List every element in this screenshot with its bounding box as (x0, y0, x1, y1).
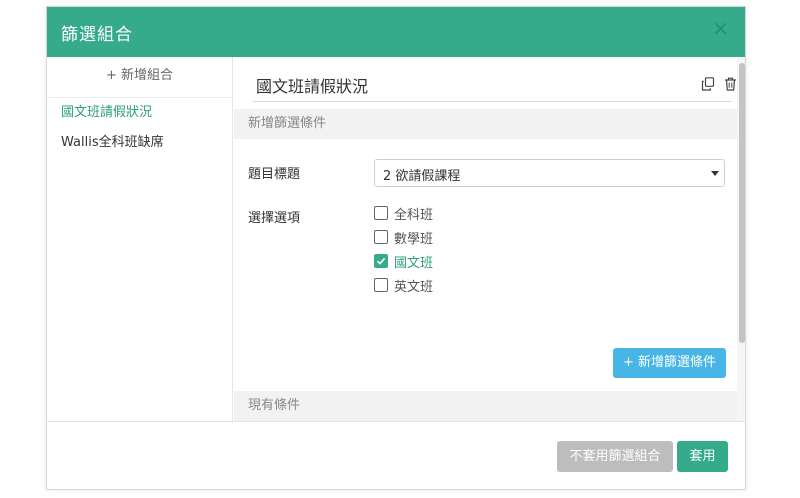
check-icon (376, 257, 386, 265)
dialog-header: 篩選組合 × (47, 7, 745, 57)
copy-icon[interactable] (701, 76, 717, 92)
add-condition-button[interactable]: + 新增篩選條件 (613, 348, 726, 378)
checkbox[interactable] (374, 278, 388, 292)
apply-button[interactable]: 套用 (677, 441, 728, 472)
dialog-footer: 不套用篩選組合 套用 (47, 421, 745, 491)
option-label: 國文班 (394, 256, 434, 271)
existing-conditions-section-header: 現有條件 (234, 391, 738, 421)
option-label: 全科班 (394, 208, 434, 223)
question-title-label: 題目標題 (248, 167, 301, 182)
checkbox[interactable] (374, 206, 388, 220)
add-combo-button[interactable]: + 新增組合 (47, 57, 232, 98)
add-condition-section-header: 新增篩選條件 (234, 109, 738, 139)
filter-combo-dialog: 篩選組合 × + 新增組合 國文班請假狀況 Wallis全科班缺席 國文班請假狀… (46, 6, 746, 490)
question-select[interactable]: 2 欲請假課程 (374, 159, 725, 187)
chevron-down-icon (711, 171, 719, 176)
combo-name-field[interactable]: 國文班請假狀況 (253, 71, 736, 102)
dialog-title: 篩選組合 (61, 25, 133, 45)
option-label: 英文班 (394, 280, 434, 295)
scrollbar-thumb[interactable] (739, 63, 745, 343)
combo-editor: 國文班請假狀況 新增篩選條件 題目標題 2 欲請假課程 選擇選項 全科班 數學班… (234, 57, 745, 421)
options-label: 選擇選項 (248, 211, 301, 226)
option-label: 數學班 (394, 232, 434, 247)
sidebar-item-combo[interactable]: Wallis全科班缺席 (47, 128, 232, 158)
checkbox[interactable] (374, 230, 388, 244)
sidebar-item-combo[interactable]: 國文班請假狀況 (47, 98, 232, 128)
combo-name-text: 國文班請假狀況 (256, 77, 369, 96)
combo-sidebar: + 新增組合 國文班請假狀況 Wallis全科班缺席 (47, 57, 233, 421)
question-select-value: 2 欲請假課程 (383, 169, 461, 184)
no-apply-button[interactable]: 不套用篩選組合 (557, 441, 673, 472)
close-icon[interactable]: × (712, 18, 729, 38)
checkbox-checked[interactable] (374, 254, 388, 268)
